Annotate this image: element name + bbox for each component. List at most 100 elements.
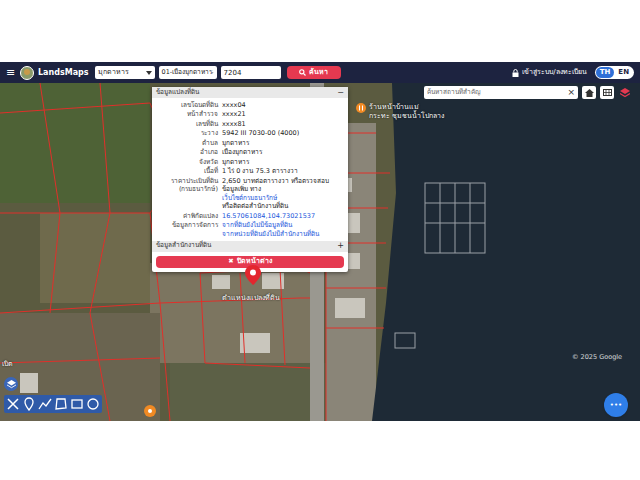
popup-header[interactable]: ข้อมูลแปลงที่ดิน − bbox=[152, 87, 348, 98]
place-search-box[interactable]: × bbox=[424, 86, 578, 99]
detail-value: จากที่ดินยังไม่มีข้อมูลที่ดินจากหน่วยที่… bbox=[222, 221, 344, 238]
rectangle-tool-icon[interactable] bbox=[70, 397, 84, 411]
home-button[interactable] bbox=[582, 86, 596, 99]
detail-text: xxxx81 bbox=[222, 120, 344, 129]
office-section-header[interactable]: ข้อมูลสำนักงานที่ดิน + bbox=[152, 241, 348, 252]
detail-text: มุกดาหาร bbox=[222, 158, 344, 167]
bottom-blank bbox=[0, 421, 640, 480]
circle-tool-icon[interactable] bbox=[86, 397, 100, 411]
detail-row: เนื้อที่ 1 ไร่ 0 งาน 75.3 ตารางวา bbox=[156, 167, 344, 177]
layers-button[interactable] bbox=[618, 86, 632, 99]
detail-label: เลขที่ดิน bbox=[156, 120, 218, 129]
detail-link[interactable]: จากหน่วยที่ดินยังไม่มีสำนักงานที่ดิน bbox=[222, 230, 344, 239]
stack-icon bbox=[7, 380, 16, 389]
detail-label: อำเภอ bbox=[156, 148, 218, 157]
place-search-bar: × bbox=[424, 86, 632, 99]
detail-label: ระวาง bbox=[156, 129, 218, 138]
parcel-details: เลขโฉนดที่ดินxxxx04หน้าสำรวจxxxx21เลขที่… bbox=[152, 98, 348, 241]
detail-text: 1 ไร่ 0 งาน 75.3 ตารางวา bbox=[222, 167, 344, 176]
login-text: เข้าสู่ระบบ/ลงทะเบียน bbox=[522, 67, 586, 78]
detail-label: หน้าสำรวจ bbox=[156, 110, 218, 119]
map-label: เบิต bbox=[2, 359, 13, 370]
marker-tool-icon[interactable] bbox=[22, 397, 36, 411]
language-option[interactable]: TH bbox=[596, 67, 615, 78]
detail-value: 16.57061084,104.73021537 bbox=[222, 212, 344, 221]
location-pin-icon[interactable] bbox=[245, 265, 261, 285]
search-button[interactable]: ค้นหา bbox=[287, 66, 341, 79]
detail-row: ราคาประเมินที่ดิน (กรมธนารักษ์)2,650 บาท… bbox=[156, 176, 344, 211]
language-option[interactable]: EN bbox=[614, 67, 633, 78]
map-tools bbox=[4, 377, 102, 413]
detail-text: มุกดาหาร bbox=[222, 139, 344, 148]
popup-title: ข้อมูลแปลงที่ดิน bbox=[156, 88, 199, 98]
province-select[interactable]: มุกดาหาร bbox=[95, 66, 155, 79]
caret-icon bbox=[212, 71, 213, 75]
place-label-text: ร้านหน้าบ้านแม่กระทะ ชุมชนน้ำโปกลาง bbox=[369, 103, 444, 121]
detail-value: xxxx21 bbox=[222, 110, 344, 119]
restaurant-marker-icon bbox=[356, 103, 366, 113]
detail-value: มุกดาหาร bbox=[222, 139, 344, 148]
detail-row: ค่าพิกัดแปลง16.57061084,104.73021537 bbox=[156, 211, 344, 221]
detail-label: เนื้อที่ bbox=[156, 167, 218, 176]
collapse-button[interactable]: − bbox=[337, 89, 344, 97]
menu-button[interactable]: ≡ bbox=[6, 67, 16, 78]
detail-row: เลขโฉนดที่ดิน xxxx04 bbox=[156, 100, 344, 110]
lock-icon bbox=[512, 69, 519, 77]
search-label: ค้นหา bbox=[309, 67, 328, 78]
top-bar: ≡ LandsMaps มุกดาหาร 01-เมืองมุกดาหาร ค้… bbox=[0, 62, 640, 83]
place-label[interactable]: ร้านหน้าบ้านแม่กระทะ ชุมชนน้ำโปกลาง bbox=[356, 103, 444, 121]
home-icon bbox=[585, 89, 594, 97]
line-tool-icon[interactable] bbox=[38, 397, 52, 411]
magnifier-icon bbox=[299, 69, 306, 76]
detail-link[interactable]: จากที่ดินยังไม่มีข้อมูลที่ดิน bbox=[222, 221, 344, 230]
expand-button[interactable]: + bbox=[337, 242, 344, 250]
place-search-input[interactable] bbox=[427, 88, 567, 98]
detail-label: เลขโฉนดที่ดิน bbox=[156, 101, 218, 110]
district-select[interactable]: 01-เมืองมุกดาหาร bbox=[159, 66, 217, 79]
pin-label: ตำแหน่งแปลงที่ดิน bbox=[222, 293, 280, 304]
logo-text: LandsMaps bbox=[38, 67, 89, 79]
grid-icon bbox=[603, 89, 612, 96]
detail-link[interactable]: 16.57061084,104.73021537 bbox=[222, 212, 344, 221]
logo-icon bbox=[20, 66, 34, 80]
login-link[interactable]: เข้าสู่ระบบ/ลงทะเบียน bbox=[512, 67, 586, 78]
polygon-tool-icon[interactable] bbox=[54, 397, 68, 411]
detail-value: มุกดาหาร bbox=[222, 158, 344, 167]
caret-icon bbox=[146, 71, 152, 75]
more-glyph: ••• bbox=[610, 402, 622, 409]
detail-value: 2,650 บาทต่อตารางวา หรือตรวจสอบข้อมูลเพิ… bbox=[222, 177, 344, 211]
province-value: มุกดาหาร bbox=[98, 67, 129, 78]
close-icon-glyph: ✖ bbox=[228, 257, 233, 267]
layers-tool[interactable] bbox=[4, 377, 18, 391]
detail-value: 5942 III 7030-00 (4000) bbox=[222, 129, 344, 138]
more-button[interactable]: ••• bbox=[604, 393, 628, 417]
language-toggle: THEN bbox=[595, 66, 634, 79]
detail-row: หน้าสำรวจ xxxx21 bbox=[156, 110, 344, 120]
poi-marker-icon[interactable] bbox=[144, 405, 156, 417]
detail-row: ระวาง 5942 III 7030-00 (4000) bbox=[156, 129, 344, 139]
detail-value: xxxx81 bbox=[222, 120, 344, 129]
detail-value: 1 ไร่ 0 งาน 75.3 ตารางวา bbox=[222, 167, 344, 176]
detail-label: จังหวัด bbox=[156, 158, 218, 167]
detail-text: xxxx04 bbox=[222, 101, 344, 110]
detail-value: xxxx04 bbox=[222, 101, 344, 110]
detail-value: เมืองมุกดาหาร bbox=[222, 148, 344, 157]
district-value: 01-เมืองมุกดาหาร bbox=[162, 68, 213, 78]
place-label-line: ร้านหน้าบ้านแม่ bbox=[369, 103, 444, 112]
detail-label: ราคาประเมินที่ดิน (กรมธนารักษ์) bbox=[156, 177, 218, 211]
detail-row: จังหวัด มุกดาหาร bbox=[156, 157, 344, 167]
parcel-input[interactable] bbox=[221, 66, 281, 79]
place-label-line: กระทะ ชุมชนน้ำโปกลาง bbox=[369, 112, 444, 121]
clear-button[interactable]: × bbox=[567, 88, 575, 97]
crosshair-icon[interactable] bbox=[6, 397, 20, 411]
top-blank bbox=[0, 0, 640, 62]
detail-row: เลขที่ดิน xxxx81 bbox=[156, 119, 344, 129]
detail-text: 2,650 บาทต่อตารางวา หรือตรวจสอบข้อมูลเพิ… bbox=[222, 177, 344, 194]
grid-button[interactable] bbox=[600, 86, 614, 99]
map-view[interactable]: × ร้านหน้าบ้านแม่กระทะ ชุมชนน้ำโปกลาง เบ… bbox=[0, 83, 640, 421]
office-section-title: ข้อมูลสำนักงานที่ดิน bbox=[156, 241, 211, 251]
detail-text: เมืองมุกดาหาร bbox=[222, 148, 344, 157]
parcel-popup: ข้อมูลแปลงที่ดิน − เลขโฉนดที่ดินxxxx04หน… bbox=[152, 87, 348, 272]
map-attribution: © 2025 Google bbox=[572, 353, 622, 363]
detail-link[interactable]: เว็บไซต์กรมธนารักษ์ bbox=[222, 194, 344, 203]
